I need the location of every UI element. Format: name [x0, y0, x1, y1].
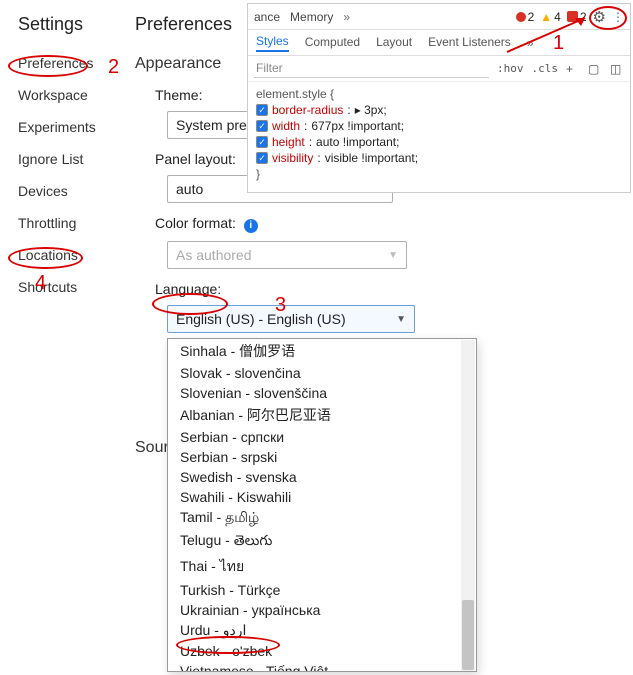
language-option[interactable]: Swedish - svenska — [168, 467, 476, 487]
sidebar-item-preferences[interactable]: Preferences — [0, 47, 120, 79]
language-option[interactable]: Slovenian - slovenščina — [168, 383, 476, 403]
css-rule[interactable]: ✓height: auto !important; — [256, 134, 622, 150]
language-option[interactable]: Ukrainian - українська — [168, 600, 476, 620]
warning-badge[interactable]: ▲4 — [540, 10, 561, 24]
chevron-down-icon: ▼ — [396, 314, 406, 325]
sidebar-item-shortcuts[interactable]: Shortcuts — [0, 271, 120, 303]
error-badge[interactable]: 2 — [516, 10, 535, 24]
checkbox-icon[interactable]: ✓ — [256, 136, 268, 148]
language-option[interactable]: Swahili - Kiswahili — [168, 487, 476, 507]
css-close-brace: } — [256, 166, 622, 182]
color-format-select[interactable]: As authored ▼ — [167, 241, 407, 269]
color-format-value: As authored — [176, 247, 252, 263]
gear-icon[interactable]: ⚙ — [593, 8, 606, 26]
color-format-label-text: Color format: — [155, 215, 236, 231]
sidebar-item-locations[interactable]: Locations — [0, 239, 120, 271]
devtools-topbar: ance Memory » 2 ▲4 2 ⚙ ⋮ — [248, 4, 630, 30]
settings-sidebar: Settings Preferences Workspace Experimen… — [0, 0, 120, 675]
sidebar-item-throttling[interactable]: Throttling — [0, 207, 120, 239]
devtools-tab-memory[interactable]: Memory — [290, 10, 333, 24]
language-option[interactable]: Albanian - 阿尔巴尼亚语 — [168, 403, 476, 427]
language-option[interactable]: Serbian - srpski — [168, 447, 476, 467]
devtools-filterbar: Filter :hov .cls + ▢ ◫ — [248, 56, 630, 82]
sidebar-item-ignore-list[interactable]: Ignore List — [0, 143, 120, 175]
css-rule[interactable]: ✓visibility: visible !important; — [256, 150, 622, 166]
language-label: Language: — [135, 275, 633, 301]
language-option[interactable]: Tamil - தமிழ் — [168, 507, 476, 530]
sidebar-item-experiments[interactable]: Experiments — [0, 111, 120, 143]
css-rule[interactable]: ✓width: 677px !important; — [256, 118, 622, 134]
color-format-label: Color format: i — [135, 209, 633, 237]
scrollbar[interactable] — [461, 340, 475, 672]
panel-layout-value: auto — [176, 181, 203, 197]
ext-badge[interactable]: 2 — [567, 10, 587, 24]
scrollbar-thumb[interactable] — [462, 600, 474, 670]
language-option[interactable]: Slovak - slovenčina — [168, 363, 476, 383]
info-icon[interactable]: i — [244, 219, 258, 233]
language-select[interactable]: English (US) - English (US) ▼ — [167, 305, 415, 333]
language-option[interactable]: Telugu - తెలుగు — [168, 530, 476, 554]
chevron-down-icon: ▼ — [388, 250, 398, 261]
language-option[interactable]: Urdu - اردو — [168, 620, 476, 641]
checkbox-icon[interactable]: ✓ — [256, 152, 268, 164]
language-option[interactable]: Turkish - Türkçe — [168, 580, 476, 600]
css-selector: element.style { — [256, 86, 622, 102]
devtools-tab[interactable]: ance — [254, 10, 280, 24]
sidebar-item-devices[interactable]: Devices — [0, 175, 120, 207]
more-tabs-icon[interactable]: » — [343, 10, 350, 24]
devtools-subtabs: Styles Computed Layout Event Listeners » — [248, 30, 630, 56]
subtab-styles[interactable]: Styles — [256, 34, 289, 52]
language-dropdown[interactable]: Sinhala - 僧伽罗语 Slovak - slovenčina Slove… — [167, 338, 477, 672]
language-option[interactable]: Vietnamese - Tiếng Việt — [168, 661, 476, 672]
checkbox-icon[interactable]: ✓ — [256, 104, 268, 116]
devtools-styles-body: element.style { ✓border-radius: ▸ 3px; ✓… — [248, 82, 630, 186]
language-option[interactable]: Uzbek - o'zbek — [168, 641, 476, 661]
language-value: English (US) - English (US) — [176, 311, 346, 327]
kebab-icon[interactable]: ⋮ — [612, 10, 624, 24]
css-rule[interactable]: ✓border-radius: ▸ 3px; — [256, 102, 622, 118]
language-option[interactable]: Serbian - српски — [168, 427, 476, 447]
screenshot-icon[interactable]: ▢ — [588, 62, 602, 76]
hov-chip[interactable]: :hov — [497, 62, 524, 75]
language-option[interactable]: Thai - ไทย — [168, 554, 476, 580]
cls-chip[interactable]: .cls — [532, 62, 559, 75]
sidebar-item-workspace[interactable]: Workspace — [0, 79, 120, 111]
subtab-layout[interactable]: Layout — [376, 35, 412, 51]
subtab-computed[interactable]: Computed — [305, 35, 360, 51]
plus-icon[interactable]: + — [566, 62, 580, 76]
more-subtabs-icon[interactable]: » — [527, 36, 534, 50]
filter-input[interactable]: Filter — [254, 59, 489, 78]
subtab-event-listeners[interactable]: Event Listeners — [428, 35, 511, 51]
settings-title: Settings — [0, 0, 120, 47]
dock-icon[interactable]: ◫ — [610, 62, 624, 76]
checkbox-icon[interactable]: ✓ — [256, 120, 268, 132]
devtools-panel: ance Memory » 2 ▲4 2 ⚙ ⋮ Styles Computed… — [247, 3, 631, 193]
language-option[interactable]: Sinhala - 僧伽罗语 — [168, 339, 476, 363]
